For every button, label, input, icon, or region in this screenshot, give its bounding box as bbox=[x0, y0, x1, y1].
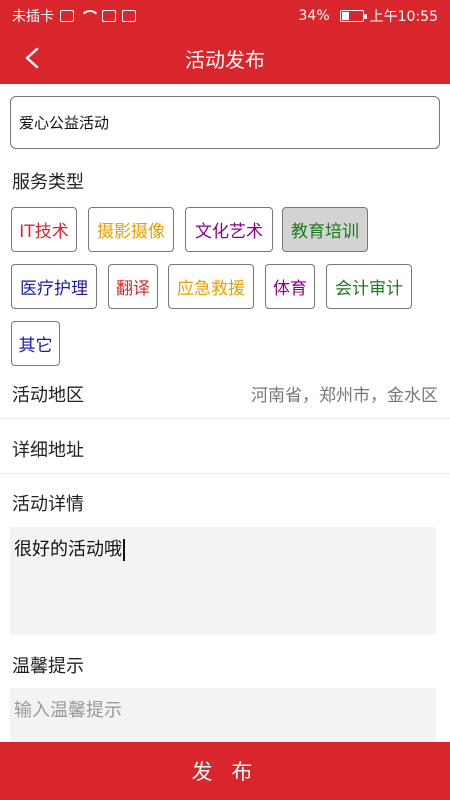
details-textarea[interactable]: 很好的活动哦 bbox=[10, 527, 436, 635]
page-title: 活动发布 bbox=[185, 47, 265, 72]
wifi-icon bbox=[80, 10, 100, 22]
sim-icon bbox=[60, 10, 74, 22]
service-type-label: 服务类型 bbox=[12, 172, 84, 193]
chip-photography[interactable]: 摄影摄像 bbox=[88, 207, 174, 252]
text-caret bbox=[123, 539, 125, 561]
tips-label: 温馨提示 bbox=[12, 656, 84, 677]
chip-it[interactable]: IT技术 bbox=[11, 207, 77, 252]
address-label: 详细地址 bbox=[12, 439, 84, 461]
clock-text: 上午10:55 bbox=[369, 9, 438, 25]
back-button[interactable] bbox=[18, 44, 46, 72]
battery-icon bbox=[339, 10, 367, 22]
chip-other[interactable]: 其它 bbox=[11, 321, 60, 366]
chip-accounting[interactable]: 会计审计 bbox=[326, 264, 412, 309]
chip-education[interactable]: 教育培训 bbox=[282, 207, 368, 252]
nav-bar: 活动发布 bbox=[0, 32, 450, 84]
status-left: 未插卡 bbox=[12, 6, 136, 26]
battery-percent: 34% bbox=[298, 8, 330, 24]
battery-fill bbox=[341, 12, 349, 20]
region-row[interactable]: 活动地区 河南省，郑州市，金水区 bbox=[0, 369, 450, 419]
usb-icon bbox=[102, 10, 116, 22]
chip-translation[interactable]: 翻译 bbox=[108, 264, 158, 309]
chip-culture-art[interactable]: 文化艺术 bbox=[185, 207, 273, 252]
carrier-text: 未插卡 bbox=[12, 9, 54, 25]
chip-sports[interactable]: 体育 bbox=[265, 264, 315, 309]
region-label: 活动地区 bbox=[12, 384, 84, 406]
chip-medical[interactable]: 医疗护理 bbox=[11, 264, 97, 309]
details-text: 很好的活动哦 bbox=[14, 539, 122, 560]
tips-placeholder: 输入温馨提示 bbox=[14, 700, 122, 721]
status-right: 34% 上午10:55 bbox=[299, 6, 438, 26]
chevron-left-icon bbox=[25, 47, 39, 69]
notification-icon bbox=[122, 10, 136, 22]
address-row[interactable]: 详细地址 bbox=[0, 424, 450, 474]
chip-emergency[interactable]: 应急救援 bbox=[168, 264, 254, 309]
tips-textarea[interactable]: 输入温馨提示 bbox=[10, 688, 436, 742]
status-bar: 未插卡 34% 上午10:55 bbox=[0, 0, 450, 32]
submit-button[interactable]: 发 布 bbox=[0, 742, 450, 800]
region-value: 河南省，郑州市，金水区 bbox=[251, 386, 438, 406]
details-label: 活动详情 bbox=[12, 494, 84, 515]
activity-name-input[interactable]: 爱心公益活动 bbox=[10, 96, 440, 149]
